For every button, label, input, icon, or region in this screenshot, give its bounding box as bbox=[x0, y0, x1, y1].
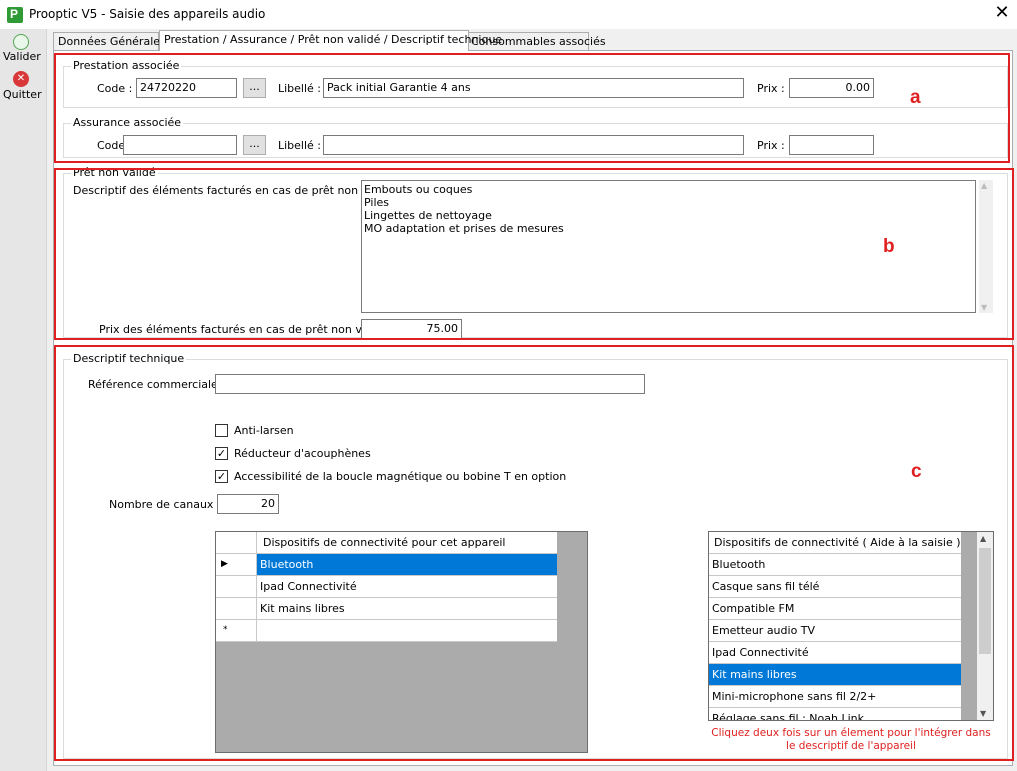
device-grid-row[interactable]: Kit mains libres bbox=[257, 598, 557, 620]
tab-prestation-assurance[interactable]: Prestation / Assurance / Prêt non validé… bbox=[159, 30, 502, 51]
scroll-down-icon[interactable]: ▼ bbox=[981, 303, 987, 312]
valider-button[interactable]: Valider bbox=[3, 50, 41, 63]
tab-content: Prestation associée Code : 24720220 ... … bbox=[53, 50, 1013, 766]
device-grid-header[interactable]: Dispositifs de connectivité pour cet app… bbox=[257, 532, 557, 554]
assurance-prix-label: Prix : bbox=[757, 139, 785, 152]
annotation-label-c: c bbox=[911, 461, 922, 482]
annotation-label-b: b bbox=[883, 236, 895, 257]
prestation-code-label: Code : bbox=[97, 82, 133, 95]
prestation-browse-button[interactable]: ... bbox=[243, 78, 266, 98]
help-grid-row[interactable]: Emetteur audio TV bbox=[709, 620, 961, 642]
canaux-input[interactable]: 20 bbox=[217, 494, 279, 514]
quitter-button[interactable]: Quitter bbox=[3, 88, 42, 101]
grid-corner bbox=[216, 532, 257, 554]
current-row-indicator-icon: ▶ bbox=[216, 554, 257, 576]
anti-larsen-label: Anti-larsen bbox=[234, 424, 294, 437]
pret-desc-line: Piles bbox=[364, 196, 390, 209]
ref-commerciale-label: Référence commerciale : bbox=[88, 378, 226, 391]
help-grid-scrollbar[interactable]: ▲ ▼ bbox=[977, 532, 993, 720]
anti-larsen-checkbox[interactable] bbox=[215, 424, 228, 437]
annotation-label-a: a bbox=[910, 87, 921, 108]
pret-prix-input[interactable]: 75.00 bbox=[361, 319, 462, 339]
pret-desc-line: Embouts ou coques bbox=[364, 183, 473, 196]
valider-icon[interactable] bbox=[13, 34, 29, 50]
boucle-magnetique-label: Accessibilité de la boucle magnétique ou… bbox=[234, 470, 567, 483]
pret-desc-line: MO adaptation et prises de mesures bbox=[364, 222, 564, 235]
canaux-label: Nombre de canaux : bbox=[109, 498, 221, 511]
assurance-prix-input[interactable] bbox=[789, 135, 874, 155]
device-grid[interactable]: Dispositifs de connectivité pour cet app… bbox=[215, 531, 588, 753]
pret-group-title: Prêt non validé bbox=[71, 166, 158, 179]
help-grid[interactable]: Dispositifs de connectivité ( Aide à la … bbox=[708, 531, 994, 721]
reducteur-acouphenes-label: Réducteur d'acouphènes bbox=[234, 447, 371, 460]
ref-commerciale-input[interactable] bbox=[215, 374, 645, 394]
prestation-libelle-label: Libellé : bbox=[278, 82, 322, 95]
device-grid-row[interactable]: Bluetooth bbox=[257, 554, 557, 576]
help-hint-text: Cliquez deux fois sur un élement pour l'… bbox=[711, 727, 991, 752]
scroll-up-icon[interactable]: ▲ bbox=[981, 181, 987, 190]
boucle-magnetique-checkbox[interactable]: ✓ bbox=[215, 470, 228, 483]
row-header bbox=[216, 576, 257, 598]
help-grid-row[interactable]: Casque sans fil télé bbox=[709, 576, 961, 598]
technique-group-title: Descriptif technique bbox=[71, 352, 187, 365]
assurance-libelle-label: Libellé : bbox=[278, 139, 322, 152]
prestation-group-title: Prestation associée bbox=[71, 59, 182, 72]
pret-desc-scrollbar[interactable]: ▲ ▼ bbox=[979, 180, 993, 313]
help-grid-row[interactable]: Bluetooth bbox=[709, 554, 961, 576]
device-grid-row[interactable]: Ipad Connectivité bbox=[257, 576, 557, 598]
title-bar: Prooptic V5 - Saisie des appareils audio… bbox=[0, 0, 1017, 29]
pret-prix-label: Prix des éléments facturés en cas de prê… bbox=[99, 323, 396, 336]
left-toolbar bbox=[0, 29, 47, 771]
prestation-code-input[interactable]: 24720220 bbox=[136, 78, 237, 98]
help-grid-header[interactable]: Dispositifs de connectivité ( Aide à la … bbox=[709, 532, 961, 554]
app-logo-icon bbox=[7, 7, 23, 23]
assurance-browse-button[interactable]: ... bbox=[243, 135, 266, 155]
scroll-up-icon[interactable]: ▲ bbox=[980, 534, 986, 543]
scroll-thumb[interactable] bbox=[979, 548, 991, 654]
prestation-prix-label: Prix : bbox=[757, 82, 785, 95]
assurance-libelle-input[interactable] bbox=[323, 135, 744, 155]
help-grid-row[interactable]: Ipad Connectivité bbox=[709, 642, 961, 664]
new-row-indicator-icon: * bbox=[216, 620, 257, 642]
assurance-code-input[interactable] bbox=[123, 135, 237, 155]
help-grid-row[interactable]: Mini-microphone sans fil 2/2+ bbox=[709, 686, 961, 708]
help-grid-row[interactable]: Compatible FM bbox=[709, 598, 961, 620]
help-grid-row[interactable]: Réglage sans fil : Noah Link bbox=[709, 708, 961, 720]
device-grid-new-row[interactable] bbox=[257, 620, 557, 642]
prestation-prix-input[interactable]: 0.00 bbox=[789, 78, 874, 98]
reducteur-acouphenes-checkbox[interactable]: ✓ bbox=[215, 447, 228, 460]
pret-desc-line: Lingettes de nettoyage bbox=[364, 209, 492, 222]
scroll-down-icon[interactable]: ▼ bbox=[980, 709, 986, 718]
quitter-icon[interactable]: ✕ bbox=[13, 71, 29, 87]
tab-donnees-generales[interactable]: Données Générales bbox=[53, 32, 166, 50]
assurance-group-title: Assurance associée bbox=[71, 116, 184, 129]
close-icon[interactable]: ✕ bbox=[993, 3, 1011, 23]
pret-desc-label: Descriptif des éléments facturés en cas … bbox=[73, 184, 402, 197]
window-title: Prooptic V5 - Saisie des appareils audio bbox=[29, 7, 266, 21]
help-grid-row[interactable]: Kit mains libres bbox=[709, 664, 961, 686]
row-header bbox=[216, 598, 257, 620]
prestation-libelle-input[interactable]: Pack initial Garantie 4 ans bbox=[323, 78, 744, 98]
